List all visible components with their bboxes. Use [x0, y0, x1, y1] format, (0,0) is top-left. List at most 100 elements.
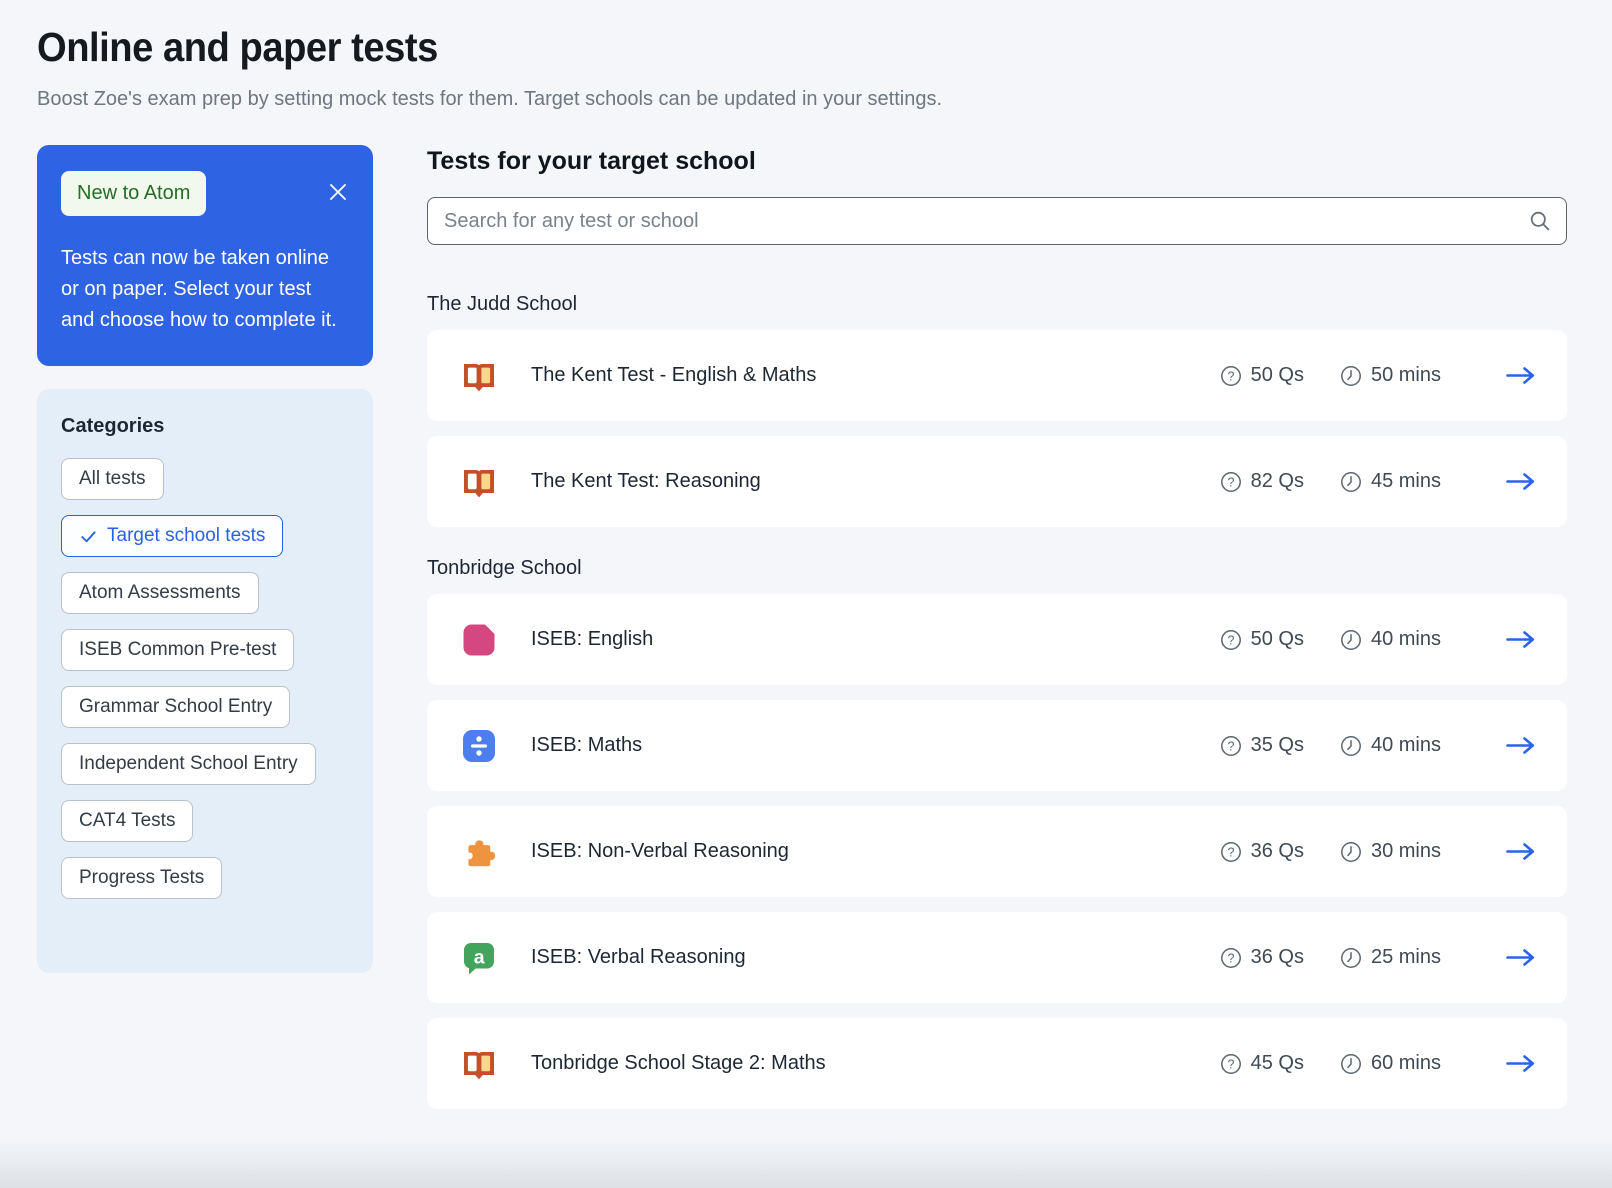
- svg-text:?: ?: [1227, 1057, 1234, 1071]
- category-label: CAT4 Tests: [79, 810, 175, 832]
- question-count-label: 50 Qs: [1251, 628, 1304, 651]
- question-mark-icon: ?: [1220, 365, 1242, 387]
- category-label: Grammar School Entry: [79, 696, 272, 718]
- test-row[interactable]: ISEB: Maths ? 35 Qs 40 mins: [427, 700, 1567, 791]
- duration: 40 mins: [1340, 734, 1441, 757]
- school-test-list: ISEB: English ? 50 Qs 40 mins ISEB: Math…: [427, 594, 1567, 1109]
- clock-icon: [1340, 471, 1362, 493]
- test-row[interactable]: ISEB: Non-Verbal Reasoning ? 36 Qs 30 mi…: [427, 806, 1567, 897]
- category-target-school-tests[interactable]: Target school tests: [61, 515, 283, 557]
- svg-text:?: ?: [1227, 633, 1234, 647]
- clock-icon: [1340, 841, 1362, 863]
- arrow-right-icon[interactable]: [1504, 946, 1537, 969]
- question-mark-icon: ?: [1220, 841, 1242, 863]
- test-title: ISEB: Verbal Reasoning: [531, 946, 1220, 969]
- search-input[interactable]: [427, 197, 1567, 245]
- duration-label: 45 mins: [1371, 470, 1441, 493]
- category-atom-assessments[interactable]: Atom Assessments: [61, 572, 259, 614]
- test-row[interactable]: The Kent Test: Reasoning ? 82 Qs 45 mins: [427, 436, 1567, 527]
- duration-label: 50 mins: [1371, 364, 1441, 387]
- category-label: Progress Tests: [79, 867, 204, 889]
- clock-icon: [1340, 947, 1362, 969]
- new-to-atom-badge: New to Atom: [61, 171, 206, 216]
- question-count-label: 35 Qs: [1251, 734, 1304, 757]
- content: New to Atom Tests can now be taken onlin…: [37, 145, 1567, 1124]
- question-count: ? 36 Qs: [1220, 946, 1304, 969]
- categories-panel: Categories All tests Target school tests…: [37, 389, 373, 973]
- school-name: The Judd School: [427, 293, 1567, 316]
- category-cat4-tests[interactable]: CAT4 Tests: [61, 800, 193, 842]
- close-icon[interactable]: [327, 181, 349, 203]
- question-count: ? 82 Qs: [1220, 470, 1304, 493]
- question-count: ? 50 Qs: [1220, 364, 1304, 387]
- arrow-right-icon[interactable]: [1504, 1052, 1537, 1075]
- svg-text:a: a: [474, 946, 485, 968]
- category-label: Independent School Entry: [79, 753, 298, 775]
- test-title: Tonbridge School Stage 2: Maths: [531, 1052, 1220, 1075]
- test-row[interactable]: ISEB: English ? 50 Qs 40 mins: [427, 594, 1567, 685]
- categories-heading: Categories: [61, 415, 349, 438]
- question-count-label: 45 Qs: [1251, 1052, 1304, 1075]
- duration: 60 mins: [1340, 1052, 1441, 1075]
- arrow-right-icon[interactable]: [1504, 470, 1537, 493]
- test-title: The Kent Test: Reasoning: [531, 470, 1220, 493]
- category-grammar-school-entry[interactable]: Grammar School Entry: [61, 686, 290, 728]
- test-title: ISEB: Non-Verbal Reasoning: [531, 840, 1220, 863]
- question-mark-icon: ?: [1220, 947, 1242, 969]
- test-row[interactable]: The Kent Test - English & Maths ? 50 Qs …: [427, 330, 1567, 421]
- test-title: The Kent Test - English & Maths: [531, 364, 1220, 387]
- category-progress-tests[interactable]: Progress Tests: [61, 857, 222, 899]
- sidebar: New to Atom Tests can now be taken onlin…: [37, 145, 373, 973]
- search-icon[interactable]: [1529, 210, 1551, 237]
- category-all-tests[interactable]: All tests: [61, 458, 164, 500]
- duration: 45 mins: [1340, 470, 1441, 493]
- question-count-label: 82 Qs: [1251, 470, 1304, 493]
- duration-label: 40 mins: [1371, 734, 1441, 757]
- svg-text:?: ?: [1227, 369, 1234, 383]
- school-section: The Judd School The Kent Test - English …: [427, 293, 1567, 527]
- svg-text:?: ?: [1227, 475, 1234, 489]
- open-book-icon: [461, 464, 497, 500]
- category-label: Atom Assessments: [79, 582, 241, 604]
- question-count: ? 36 Qs: [1220, 840, 1304, 863]
- school-section: Tonbridge School ISEB: English ? 50 Qs 4…: [427, 557, 1567, 1109]
- open-book-icon: [461, 358, 497, 394]
- arrow-right-icon[interactable]: [1504, 364, 1537, 387]
- clock-icon: [1340, 1053, 1362, 1075]
- school-test-list: The Kent Test - English & Maths ? 50 Qs …: [427, 330, 1567, 527]
- speech-a-icon: a: [461, 940, 497, 976]
- arrow-right-icon[interactable]: [1504, 734, 1537, 757]
- main-panel: Tests for your target school The Judd Sc…: [427, 145, 1567, 1124]
- clock-icon: [1340, 629, 1362, 651]
- duration: 25 mins: [1340, 946, 1441, 969]
- question-count: ? 50 Qs: [1220, 628, 1304, 651]
- arrow-right-icon[interactable]: [1504, 628, 1537, 651]
- puzzle-icon: [461, 834, 497, 870]
- question-count-label: 36 Qs: [1251, 840, 1304, 863]
- duration: 50 mins: [1340, 364, 1441, 387]
- question-count-label: 36 Qs: [1251, 946, 1304, 969]
- test-title: ISEB: English: [531, 628, 1220, 651]
- page-title: Online and paper tests: [37, 24, 438, 71]
- duration-label: 25 mins: [1371, 946, 1441, 969]
- question-mark-icon: ?: [1220, 735, 1242, 757]
- svg-text:?: ?: [1227, 951, 1234, 965]
- division-icon: [461, 728, 497, 764]
- question-mark-icon: ?: [1220, 471, 1242, 493]
- test-sections: The Judd School The Kent Test - English …: [427, 293, 1567, 1109]
- school-name: Tonbridge School: [427, 557, 1567, 580]
- promo-card: New to Atom Tests can now be taken onlin…: [37, 145, 373, 366]
- open-book-icon: [461, 1046, 497, 1082]
- duration-label: 30 mins: [1371, 840, 1441, 863]
- category-independent-school-entry[interactable]: Independent School Entry: [61, 743, 316, 785]
- question-count-label: 50 Qs: [1251, 364, 1304, 387]
- english-book-icon: [461, 622, 497, 658]
- question-mark-icon: ?: [1220, 1053, 1242, 1075]
- check-icon: [79, 527, 98, 546]
- clock-icon: [1340, 365, 1362, 387]
- test-row[interactable]: Tonbridge School Stage 2: Maths ? 45 Qs …: [427, 1018, 1567, 1109]
- arrow-right-icon[interactable]: [1504, 840, 1537, 863]
- question-count: ? 35 Qs: [1220, 734, 1304, 757]
- category-iseb-common-pre-test[interactable]: ISEB Common Pre-test: [61, 629, 294, 671]
- test-row[interactable]: a ISEB: Verbal Reasoning ? 36 Qs 25 mins: [427, 912, 1567, 1003]
